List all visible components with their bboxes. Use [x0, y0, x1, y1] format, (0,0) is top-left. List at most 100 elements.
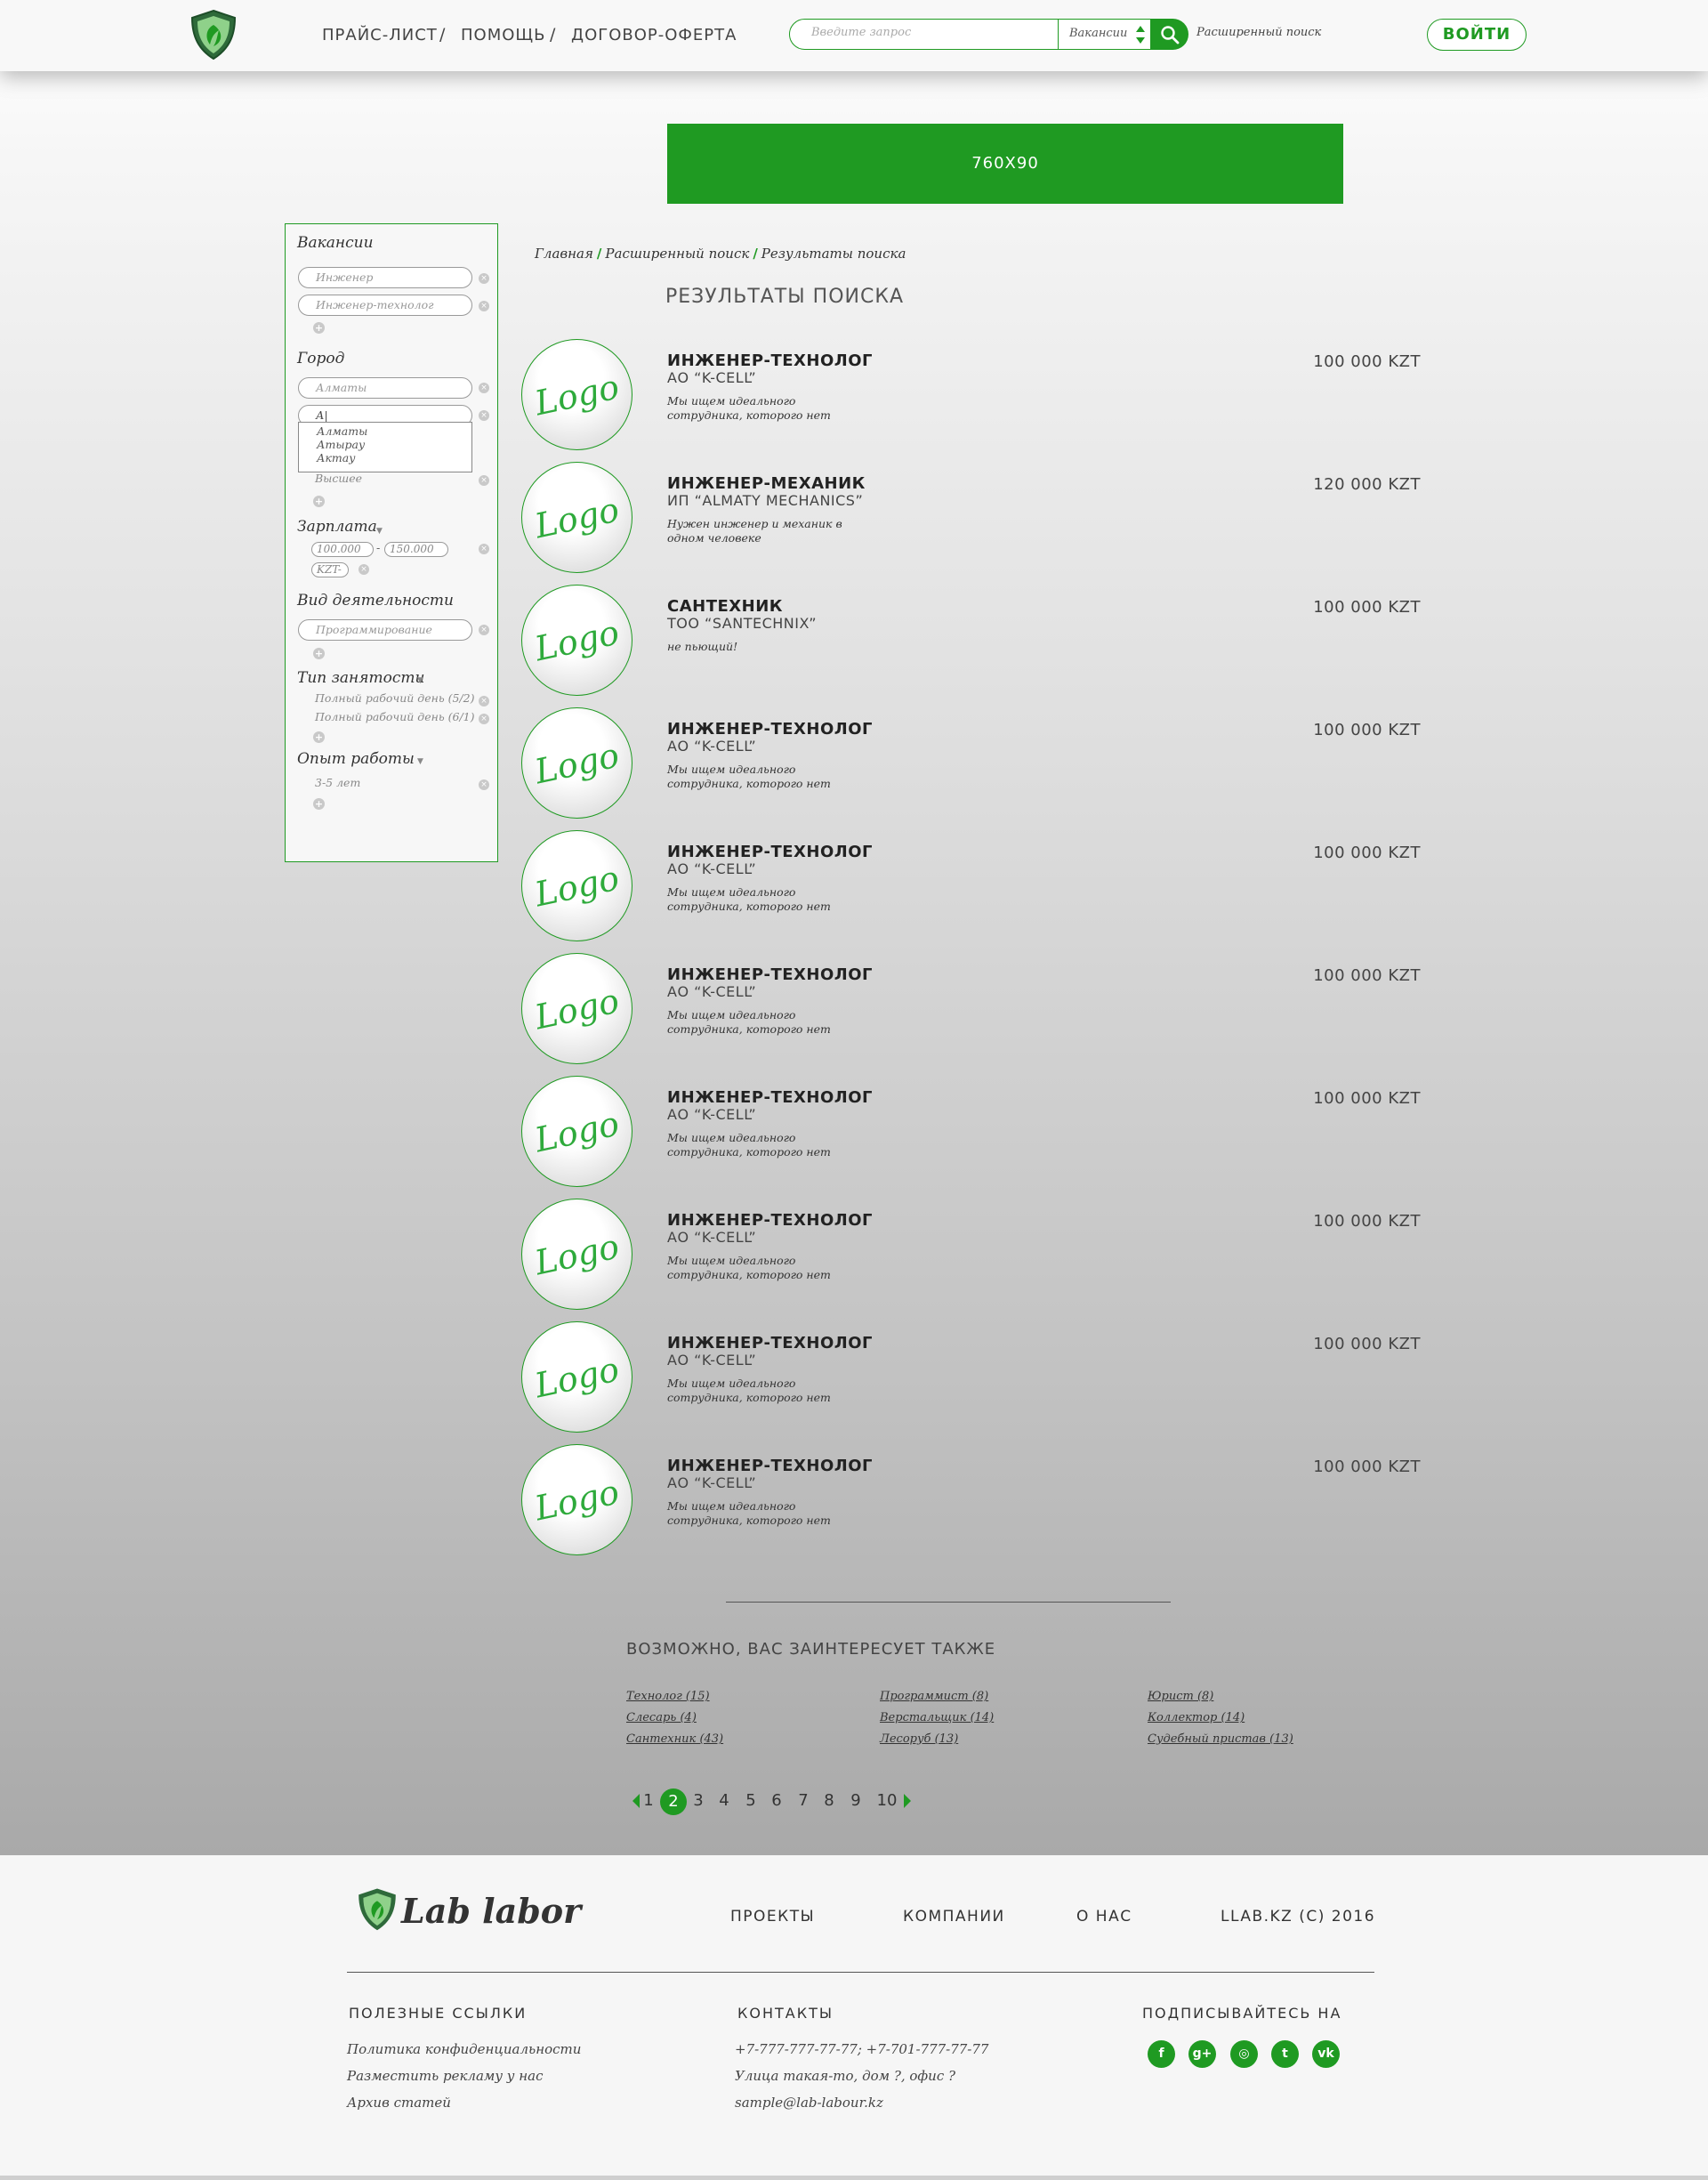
job-title[interactable]: ИНЖЕНЕР-ТЕХНОЛОГ: [667, 1334, 873, 1352]
search-input[interactable]: Введите запрос: [789, 19, 1059, 50]
related-link[interactable]: Юрист (8): [1148, 1690, 1213, 1703]
remove-filter-icon[interactable]: ×: [479, 625, 489, 635]
add-filter-icon[interactable]: +: [313, 648, 325, 659]
remove-filter-icon[interactable]: ×: [479, 714, 489, 724]
chevron-down-icon[interactable]: ▼: [417, 676, 423, 685]
remove-filter-icon[interactable]: ×: [479, 475, 489, 486]
city-option[interactable]: Алматы: [317, 424, 367, 438]
company-logo[interactable]: Logo: [521, 1321, 632, 1433]
pagination-page[interactable]: 10: [875, 1791, 898, 1810]
footer-link-articles-archive[interactable]: Архив статей: [347, 2095, 451, 2111]
related-link[interactable]: Сантехник (43): [626, 1732, 723, 1746]
company-logo[interactable]: Logo: [521, 1199, 632, 1310]
company-logo[interactable]: Logo: [521, 1076, 632, 1187]
related-link[interactable]: Коллектор (14): [1148, 1711, 1245, 1724]
related-link[interactable]: Судебный пристав (13): [1148, 1732, 1293, 1746]
related-link[interactable]: Программист (8): [880, 1690, 988, 1703]
site-logo-icon[interactable]: [187, 7, 240, 61]
pagination-page[interactable]: 9: [844, 1791, 867, 1810]
city-option[interactable]: Атырау: [317, 438, 365, 451]
company-logo[interactable]: Logo: [521, 339, 632, 450]
related-link[interactable]: Слесарь (4): [626, 1711, 697, 1724]
pagination-page[interactable]: 4: [713, 1791, 736, 1810]
salary-to-input[interactable]: 150.000: [384, 542, 448, 557]
company-logo[interactable]: Logo: [521, 585, 632, 696]
login-button[interactable]: ВОЙТИ: [1427, 19, 1527, 51]
advanced-search-link[interactable]: Расширенный поиск: [1196, 26, 1321, 39]
ad-banner[interactable]: 760X90: [667, 124, 1343, 204]
job-title[interactable]: ИНЖЕНЕР-ТЕХНОЛОГ: [667, 1211, 873, 1230]
job-title[interactable]: ИНЖЕНЕР-ТЕХНОЛОГ: [667, 1457, 873, 1475]
instagram-icon[interactable]: ◎: [1230, 2040, 1258, 2068]
company-logo-text: Logo: [531, 858, 623, 915]
job-title[interactable]: ИНЖЕНЕР-ТЕХНОЛОГ: [667, 720, 873, 739]
remove-filter-icon[interactable]: ×: [479, 273, 489, 284]
remove-filter-icon[interactable]: ×: [479, 383, 489, 393]
pagination-page[interactable]: 1: [637, 1791, 660, 1810]
pagination-page[interactable]: 6: [765, 1791, 788, 1810]
remove-filter-icon[interactable]: ×: [479, 696, 489, 706]
footer-nav-projects[interactable]: ПРОЕКТЫ: [730, 1908, 815, 1926]
currency-select[interactable]: KZT-: [311, 562, 349, 577]
job-title[interactable]: ИНЖЕНЕР-ТЕХНОЛОГ: [667, 843, 873, 861]
job-title[interactable]: ИНЖЕНЕР-ТЕХНОЛОГ: [667, 351, 873, 370]
footer-brand[interactable]: Lab labor: [401, 1891, 581, 1931]
chevron-down-icon[interactable]: ▼: [376, 527, 383, 536]
nav-link-price-list[interactable]: ПРАЙС-ЛИСТ: [322, 26, 438, 44]
job-title[interactable]: САНТЕХНИК: [667, 597, 783, 616]
footer-nav-companies[interactable]: КОМПАНИИ: [903, 1908, 1005, 1926]
company-logo[interactable]: Logo: [521, 707, 632, 819]
remove-filter-icon[interactable]: ×: [479, 544, 489, 554]
pagination-page[interactable]: 8: [818, 1791, 841, 1810]
nav-link-offer-agreement[interactable]: ДОГОВОР-ОФЕРТА: [571, 26, 737, 44]
footer-link-advertise[interactable]: Разместить рекламу у нас: [347, 2068, 544, 2084]
remove-filter-icon[interactable]: ×: [479, 410, 489, 421]
remove-filter-icon[interactable]: ×: [479, 779, 489, 790]
job-title[interactable]: ИНЖЕНЕР-ТЕХНОЛОГ: [667, 965, 873, 984]
related-link[interactable]: Лесоруб (13): [880, 1732, 958, 1746]
pagination-page[interactable]: 3: [687, 1791, 710, 1810]
pagination-page[interactable]: 5: [739, 1791, 762, 1810]
company-logo[interactable]: Logo: [521, 1444, 632, 1555]
pagination-page-current[interactable]: 2: [660, 1788, 687, 1815]
city-option[interactable]: Актау: [317, 451, 356, 464]
vacancy-filter-input[interactable]: Инженер: [298, 267, 472, 288]
footer-link-privacy[interactable]: Политика конфиденциальности: [347, 2041, 581, 2057]
remove-filter-icon[interactable]: ×: [359, 564, 369, 575]
job-company: АО “K-CELL”: [667, 369, 757, 386]
remove-filter-icon[interactable]: ×: [479, 301, 489, 311]
pagination-next-icon[interactable]: [904, 1794, 911, 1808]
add-filter-icon[interactable]: +: [313, 322, 325, 334]
activity-filter-input[interactable]: Программирование: [298, 619, 472, 641]
footer-heading-subscribe: ПОДПИСЫВАЙТЕСЬ НА: [1142, 2005, 1342, 2022]
breadcrumb-link-advanced-search[interactable]: Расширенный поиск: [605, 246, 749, 262]
related-link[interactable]: Верстальщик (14): [880, 1711, 994, 1724]
add-filter-icon[interactable]: +: [313, 496, 325, 507]
search-category-select[interactable]: Вакансии: [1058, 19, 1151, 50]
company-logo[interactable]: Logo: [521, 953, 632, 1064]
chevron-down-icon[interactable]: ▼: [417, 757, 423, 766]
related-link[interactable]: Технолог (15): [626, 1690, 710, 1703]
facebook-icon[interactable]: f: [1148, 2040, 1175, 2068]
search-button[interactable]: [1150, 19, 1188, 50]
vacancy-filter-input[interactable]: Инженер-технолог: [298, 295, 472, 316]
job-company: АО “K-CELL”: [667, 1352, 757, 1369]
footer-logo-icon[interactable]: [354, 1885, 400, 1932]
add-filter-icon[interactable]: +: [313, 731, 325, 743]
company-logo[interactable]: Logo: [521, 462, 632, 573]
nav-link-help[interactable]: ПОМОЩЬ: [461, 26, 545, 44]
footer-contact-email[interactable]: sample@lab-labour.kz: [735, 2095, 883, 2111]
job-title[interactable]: ИНЖЕНЕР-ТЕХНОЛОГ: [667, 1088, 873, 1107]
company-logo[interactable]: Logo: [521, 830, 632, 941]
google-plus-icon[interactable]: g+: [1188, 2040, 1216, 2068]
add-filter-icon[interactable]: +: [313, 798, 325, 810]
job-company: АО “K-CELL”: [667, 1474, 757, 1491]
salary-from-input[interactable]: 100.000: [311, 542, 374, 557]
vk-icon[interactable]: vk: [1312, 2040, 1340, 2068]
footer-nav-about[interactable]: О НАС: [1076, 1908, 1132, 1926]
breadcrumb-link-home[interactable]: Главная: [535, 246, 593, 262]
twitter-icon[interactable]: t: [1271, 2040, 1299, 2068]
job-title[interactable]: ИНЖЕНЕР-МЕХАНИК: [667, 474, 866, 493]
pagination-page[interactable]: 7: [792, 1791, 815, 1810]
city-filter-input[interactable]: Алматы: [298, 377, 472, 399]
